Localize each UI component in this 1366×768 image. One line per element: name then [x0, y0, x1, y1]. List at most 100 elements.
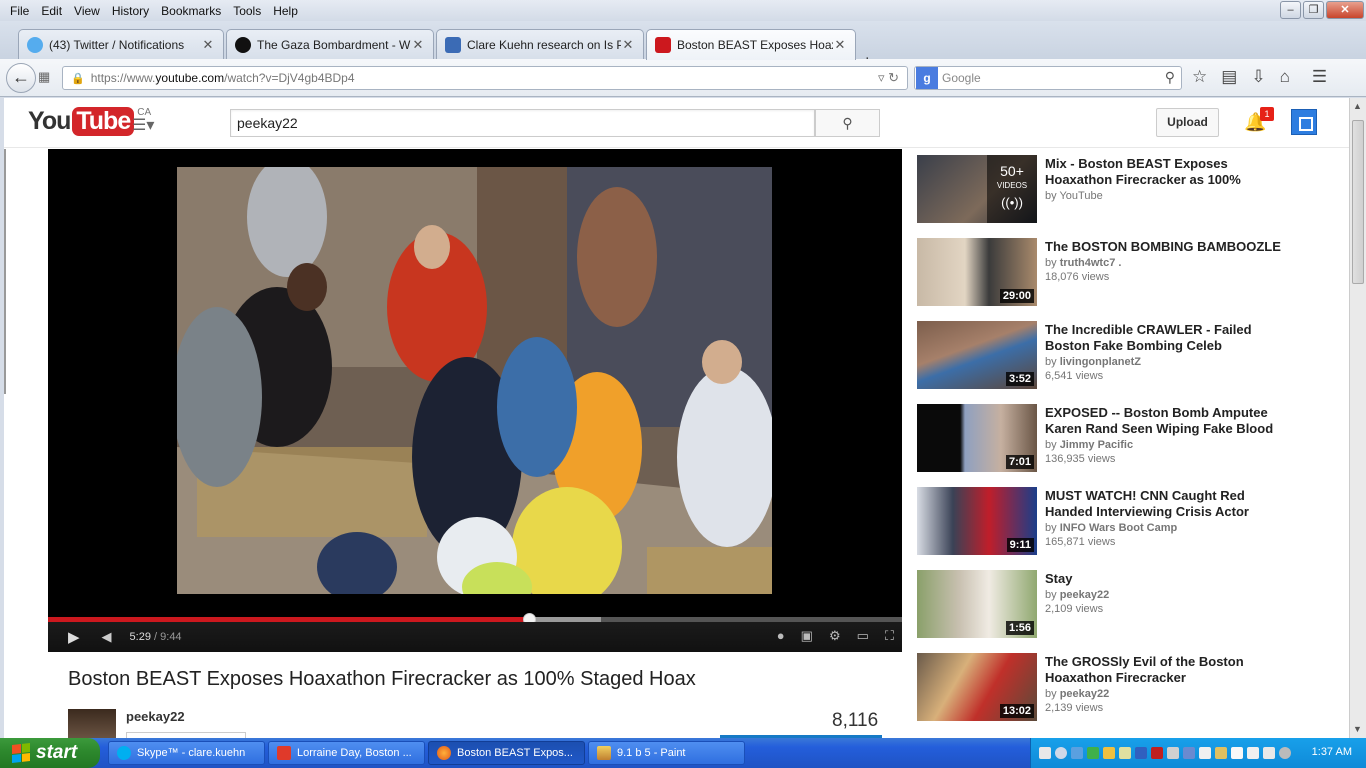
rec-channel: by peekay22: [1045, 688, 1110, 700]
taskbar-item-paint[interactable]: 9.1 b 5 - Paint: [588, 741, 745, 765]
volume-icon[interactable]: ◀: [102, 629, 112, 645]
rec-thumbnail[interactable]: 13:02: [917, 653, 1037, 721]
volume-tray-icon[interactable]: [1263, 747, 1275, 759]
close-tab-icon[interactable]: ✕: [201, 37, 215, 53]
tab-clare-kuehn[interactable]: Clare Kuehn research on Is P... ✕: [436, 29, 644, 59]
apps-grid-icon[interactable]: ▦: [38, 69, 50, 85]
pdf-icon: [277, 746, 291, 760]
annotations-icon[interactable]: ●: [777, 628, 785, 644]
rec-thumbnail[interactable]: 50+ VIDEOS ((•)): [917, 155, 1037, 223]
power-icon[interactable]: [1279, 747, 1291, 759]
tab-youtube-active[interactable]: Boston BEAST Exposes Hoax... ✕: [646, 29, 856, 60]
youtube-search-button[interactable]: ⚲: [815, 109, 880, 137]
rec-title[interactable]: EXPOSED -- Boston Bomb Amputee Karen Ran…: [1045, 405, 1295, 437]
account-avatar[interactable]: [1291, 109, 1317, 135]
page-scrollbar[interactable]: ▲ ▼: [1349, 98, 1366, 738]
app-icon[interactable]: [1135, 747, 1147, 759]
play-icon[interactable]: ▶: [68, 628, 80, 646]
menu-edit[interactable]: Edit: [35, 4, 68, 18]
security-icon[interactable]: [1087, 747, 1099, 759]
rec-item[interactable]: 9:11 MUST WATCH! CNN Caught Red Handed I…: [917, 487, 1297, 557]
bookmark-star-icon[interactable]: ☆: [1192, 67, 1207, 87]
close-tab-icon[interactable]: ✕: [621, 37, 635, 53]
network-icon[interactable]: [1071, 747, 1083, 759]
rec-thumbnail[interactable]: 1:56: [917, 570, 1037, 638]
menu-bookmarks[interactable]: Bookmarks: [155, 4, 227, 18]
google-icon[interactable]: g: [916, 67, 938, 89]
tray-arrow-icon[interactable]: [1055, 747, 1067, 759]
rec-item[interactable]: 50+ VIDEOS ((•)) Mix - Boston BEAST Expo…: [917, 155, 1297, 225]
device-icon[interactable]: [1167, 747, 1179, 759]
rec-title[interactable]: The Incredible CRAWLER - Failed Boston F…: [1045, 322, 1295, 354]
folder-icon[interactable]: [1103, 747, 1115, 759]
scrollbar-thumb[interactable]: [1352, 120, 1364, 284]
menu-file[interactable]: File: [4, 4, 35, 18]
video-frame[interactable]: [177, 167, 772, 594]
rec-thumbnail[interactable]: 29:00: [917, 238, 1037, 306]
taskbar-item-firefox[interactable]: Boston BEAST Expos...: [428, 741, 585, 765]
url-bar[interactable]: 🔒 https://www. youtube.com/watch?v=DjV4gb…: [62, 66, 908, 90]
rec-item[interactable]: 13:02 The GROSSly Evil of the Boston Hoa…: [917, 653, 1297, 723]
menu-view[interactable]: View: [68, 4, 106, 18]
help-icon[interactable]: [1039, 747, 1051, 759]
rec-channel: by livingonplanetZ: [1045, 356, 1141, 368]
rec-item[interactable]: 29:00 The BOSTON BOMBING BAMBOOZLE by tr…: [917, 238, 1297, 308]
rec-title[interactable]: MUST WATCH! CNN Caught Red Handed Interv…: [1045, 488, 1295, 520]
rec-title[interactable]: Mix - Boston BEAST Exposes Hoaxathon Fir…: [1045, 156, 1295, 188]
close-window-icon[interactable]: ✕: [1326, 1, 1364, 19]
youtube-search-input[interactable]: peekay22: [230, 109, 815, 137]
rec-title[interactable]: Stay: [1045, 571, 1295, 587]
notes-icon[interactable]: [1119, 747, 1131, 759]
menu-hamburger-icon[interactable]: ☰: [1312, 67, 1327, 87]
video-player[interactable]: ▶ ◀ 5:29 / 9:44 ● ▣ ⚙ ▭ ⛶: [48, 149, 902, 652]
scroll-down-icon[interactable]: ▼: [1353, 724, 1362, 734]
menu-history[interactable]: History: [106, 4, 155, 18]
printer-icon[interactable]: [1215, 747, 1227, 759]
rec-item[interactable]: 7:01 EXPOSED -- Boston Bomb Amputee Kare…: [917, 404, 1297, 474]
rec-item[interactable]: 3:52 The Incredible CRAWLER - Failed Bos…: [917, 321, 1297, 391]
bluetooth-icon[interactable]: [1199, 747, 1211, 759]
close-tab-icon[interactable]: ✕: [833, 37, 847, 53]
settings-gear-icon[interactable]: ⚙: [829, 628, 841, 644]
upload-button[interactable]: Upload: [1156, 108, 1219, 137]
taskbar-item-skype[interactable]: Skype™ - clare.kuehn: [108, 741, 265, 765]
bookmarks-list-icon[interactable]: ▤: [1221, 67, 1237, 87]
rec-title[interactable]: The BOSTON BOMBING BAMBOOZLE: [1045, 239, 1295, 255]
captions-icon[interactable]: ▣: [801, 628, 813, 644]
theater-mode-icon[interactable]: ▭: [857, 628, 869, 644]
uploader-avatar[interactable]: [68, 709, 116, 738]
menu-help[interactable]: Help: [267, 4, 304, 18]
rec-thumbnail[interactable]: 9:11: [917, 487, 1037, 555]
recommendations-sidebar: 50+ VIDEOS ((•)) Mix - Boston BEAST Expo…: [903, 149, 1303, 738]
tab-title: (43) Twitter / Notifications: [49, 37, 185, 52]
tab-twitter[interactable]: (43) Twitter / Notifications ✕: [18, 29, 224, 59]
start-button[interactable]: start: [0, 738, 100, 768]
guide-menu-icon[interactable]: ☰▾: [132, 115, 154, 135]
rec-item[interactable]: 1:56 Stay by peekay22 2,109 views: [917, 570, 1297, 640]
rec-thumbnail[interactable]: 7:01: [917, 404, 1037, 472]
taskbar-item-pdf[interactable]: Lorraine Day, Boston ...: [268, 741, 425, 765]
rec-channel: by Jimmy Pacific: [1045, 439, 1134, 451]
task-label: Lorraine Day, Boston ...: [297, 747, 412, 759]
scroll-up-icon[interactable]: ▲: [1353, 101, 1362, 111]
menu-tools[interactable]: Tools: [227, 4, 267, 18]
fullscreen-icon[interactable]: ⛶: [885, 628, 894, 644]
close-tab-icon[interactable]: ✕: [411, 37, 425, 53]
download-icon[interactable]: ⇩: [1251, 67, 1265, 87]
search-icon[interactable]: ⚲: [1165, 69, 1175, 86]
rec-title[interactable]: The GROSSly Evil of the Boston Hoaxathon…: [1045, 654, 1295, 686]
disk-icon[interactable]: [1183, 747, 1195, 759]
shield-icon[interactable]: [1151, 747, 1163, 759]
reload-icon[interactable]: ▿ ↻: [878, 70, 899, 86]
minimize-icon[interactable]: –: [1280, 1, 1301, 19]
tab-gaza[interactable]: The Gaza Bombardment - Wh... ✕: [226, 29, 434, 59]
rec-thumbnail[interactable]: 3:52: [917, 321, 1037, 389]
restore-icon[interactable]: ❐: [1303, 1, 1324, 19]
uploader-name[interactable]: peekay22: [126, 709, 185, 724]
monitor-icon[interactable]: [1231, 747, 1243, 759]
wifi-icon[interactable]: [1247, 747, 1259, 759]
browser-search-bar[interactable]: g Google ⚲: [914, 66, 1182, 90]
home-icon[interactable]: ⌂: [1280, 67, 1290, 87]
back-arrow-icon[interactable]: ←: [6, 63, 36, 93]
windows-taskbar: start Skype™ - clare.kuehn Lorraine Day,…: [0, 738, 1366, 768]
